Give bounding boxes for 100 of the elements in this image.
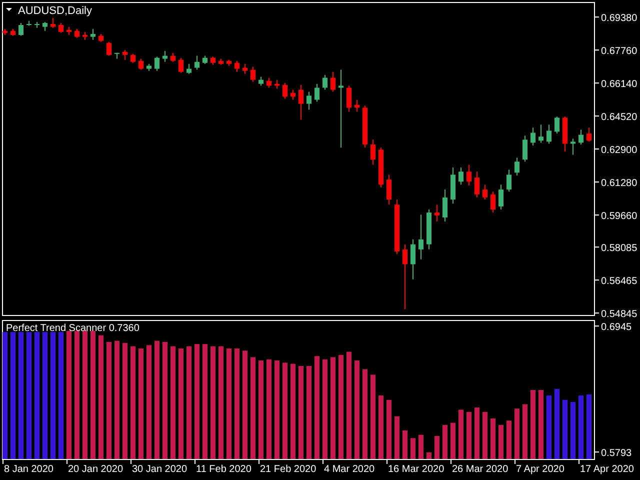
candlestick [66, 26, 72, 36]
candlestick [58, 22, 64, 34]
candlestick [50, 17, 56, 28]
indicator-axis-label: 0.5793 [601, 448, 632, 459]
price-axis-label: 0.59660 [601, 211, 638, 222]
candlestick [498, 184, 504, 210]
price-axis-label: 0.61280 [601, 178, 638, 189]
histogram-bar [586, 394, 592, 459]
candlestick [178, 57, 184, 74]
price-axis-label: 0.69380 [601, 13, 638, 24]
chart-title: AUDUSD,Daily [18, 5, 92, 17]
candlestick [506, 169, 512, 192]
candlestick [130, 53, 136, 64]
candlestick [522, 135, 528, 162]
histogram-bar [546, 395, 552, 459]
price-axis-label: 0.54845 [601, 309, 638, 318]
histogram-bar [402, 430, 408, 459]
indicator-axis-label: 0.6945 [601, 322, 632, 334]
candlestick [122, 49, 128, 60]
candlestick [306, 91, 312, 110]
date-axis-label: 20 Jan 2020 [68, 464, 124, 475]
candlestick [98, 33, 104, 42]
candlestick [234, 60, 240, 72]
date-axis-label: 17 Apr 2020 [580, 464, 634, 475]
date-axis-label: 21 Feb 2020 [260, 464, 316, 475]
price-axis-label: 0.64520 [601, 112, 638, 124]
price-axis-label: 0.62900 [601, 145, 638, 156]
candlestick [450, 167, 456, 204]
candlestick [370, 139, 376, 166]
candlestick [538, 124, 544, 144]
candlestick [162, 50, 168, 62]
date-axis-label: 8 Jan 2020 [4, 464, 54, 475]
candlestick [170, 52, 176, 62]
indicator-title: Perfect Trend Scanner 0.7360 [6, 323, 140, 334]
histogram-bar [514, 408, 520, 459]
candlestick [482, 184, 488, 200]
candlestick [34, 21, 40, 28]
candlestick [42, 21, 48, 32]
histogram-bar [426, 452, 432, 459]
candlestick [474, 171, 480, 198]
histogram-bar [450, 422, 456, 459]
price-axis-label: 0.66140 [601, 79, 638, 90]
histogram-bar [378, 395, 384, 459]
histogram-bar [394, 416, 400, 459]
candlestick [18, 22, 24, 36]
price-axis-label: 0.56465 [601, 276, 638, 288]
candlestick [138, 58, 144, 70]
candlestick [330, 71, 336, 92]
candlestick [194, 55, 200, 70]
candlestick [322, 74, 328, 90]
histogram-bar [506, 420, 512, 459]
candlestick [562, 116, 568, 152]
candlestick [442, 189, 448, 222]
candlestick [578, 129, 584, 146]
candlestick [146, 63, 152, 72]
candlestick [274, 79, 280, 90]
histogram-bar [442, 425, 448, 459]
date-axis-label: 4 Mar 2020 [324, 464, 375, 475]
candlestick [210, 56, 216, 66]
candlestick [314, 83, 320, 102]
date-axis-label: 26 Mar 2020 [452, 464, 508, 475]
candlestick [530, 127, 536, 146]
candlestick [426, 209, 432, 250]
candlestick [434, 204, 440, 222]
candlestick [402, 244, 408, 310]
candlestick [186, 63, 192, 74]
candlestick [250, 66, 256, 82]
histogram-bar [434, 436, 440, 459]
histogram-bar [386, 400, 392, 459]
candlestick [418, 214, 424, 260]
candlestick [282, 82, 288, 100]
histogram-bar [410, 438, 416, 459]
candlestick [242, 63, 248, 74]
candlestick [378, 147, 384, 188]
price-axis-label: 0.58085 [601, 243, 638, 254]
histogram-bar [554, 388, 560, 459]
candlestick [394, 199, 400, 255]
candlestick [466, 164, 472, 186]
candlestick [114, 52, 120, 60]
histogram-bar [522, 404, 528, 459]
histogram-bar [482, 412, 488, 459]
date-axis-label: 16 Mar 2020 [388, 464, 444, 475]
candlestick [490, 191, 496, 214]
histogram-bar [458, 410, 464, 459]
histogram-bar [538, 390, 544, 459]
date-axis-label: 7 Apr 2020 [516, 464, 564, 475]
histogram-bar [474, 408, 480, 459]
candlestick [258, 76, 264, 86]
histogram-bar [530, 390, 536, 459]
candlestick [2, 28, 8, 36]
candlestick [346, 85, 352, 112]
dropdown-triangle-icon[interactable] [6, 8, 12, 11]
candlestick [226, 59, 232, 66]
candlestick [514, 157, 520, 176]
candlestick [106, 41, 112, 56]
histogram-bar [466, 412, 472, 459]
date-axis-label: 30 Jan 2020 [132, 464, 188, 475]
candlestick [354, 99, 360, 112]
histogram-bar [498, 425, 504, 459]
candlestick [570, 138, 576, 156]
